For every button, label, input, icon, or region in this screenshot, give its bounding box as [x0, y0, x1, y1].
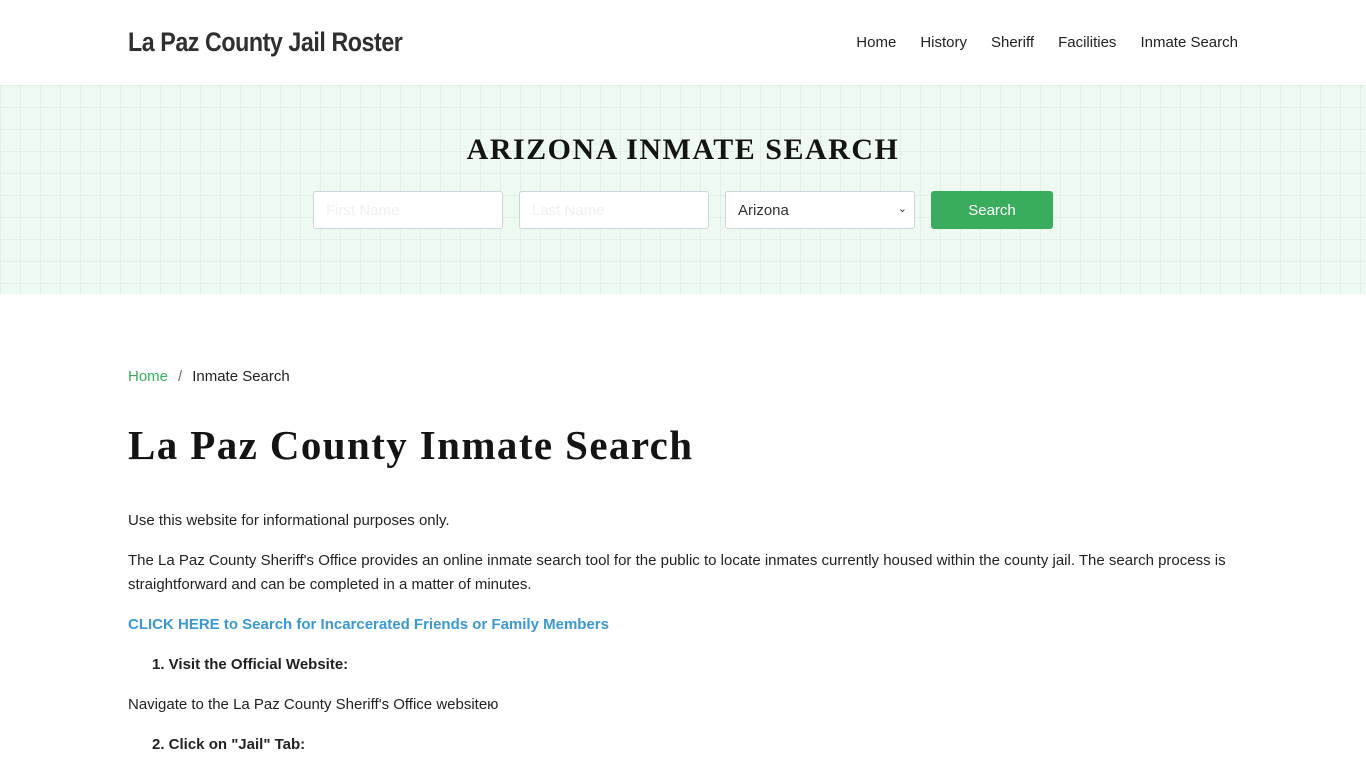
breadcrumb-home[interactable]: Home [128, 368, 168, 385]
breadcrumb-current: Inmate Search [192, 368, 290, 385]
hero-title: ARIZONA INMATE SEARCH [466, 133, 900, 166]
breadcrumb-separator: / [178, 368, 183, 385]
state-select[interactable]: Arizona [725, 191, 915, 229]
search-cta-link[interactable]: CLICK HERE to Search for Incarcerated Fr… [128, 616, 609, 633]
breadcrumb: Home / Inmate Search [128, 368, 1238, 385]
nav-facilities[interactable]: Facilities [1058, 34, 1116, 51]
intro-text: Use this website for informational purpo… [128, 512, 450, 529]
main-nav: Home History Sheriff Facilities Inmate S… [832, 34, 1238, 51]
search-form: Arizona ⌄ Search [313, 191, 1053, 229]
step-1-label: 1. Visit the Official Website: [152, 656, 349, 673]
site-brand[interactable]: La Paz County Jail Roster [128, 27, 403, 58]
cta-paragraph: CLICK HERE to Search for Incarcerated Fr… [128, 613, 1238, 637]
step-1-detail: Navigate to the La Paz County Sheriff's … [128, 696, 499, 713]
nav-sheriff[interactable]: Sheriff [991, 34, 1034, 51]
last-name-input[interactable] [519, 191, 709, 229]
first-name-input[interactable] [313, 191, 503, 229]
hero-search-section: ARIZONA INMATE SEARCH Arizona ⌄ Search [0, 85, 1366, 294]
search-button[interactable]: Search [931, 191, 1053, 229]
description-text: The La Paz County Sheriff's Office provi… [128, 552, 1226, 593]
page-title: La Paz County Inmate Search [128, 422, 694, 468]
main-content: Home / Inmate Search La Paz County Inmat… [0, 294, 1366, 757]
state-select-wrapper: Arizona ⌄ [725, 191, 915, 229]
navbar: La Paz County Jail Roster Home History S… [0, 0, 1366, 85]
nav-home[interactable]: Home [856, 34, 896, 51]
nav-history[interactable]: History [920, 34, 967, 51]
nav-inmate-search[interactable]: Inmate Search [1140, 34, 1238, 51]
step-2-label: 2. Click on "Jail" Tab: [152, 736, 306, 753]
